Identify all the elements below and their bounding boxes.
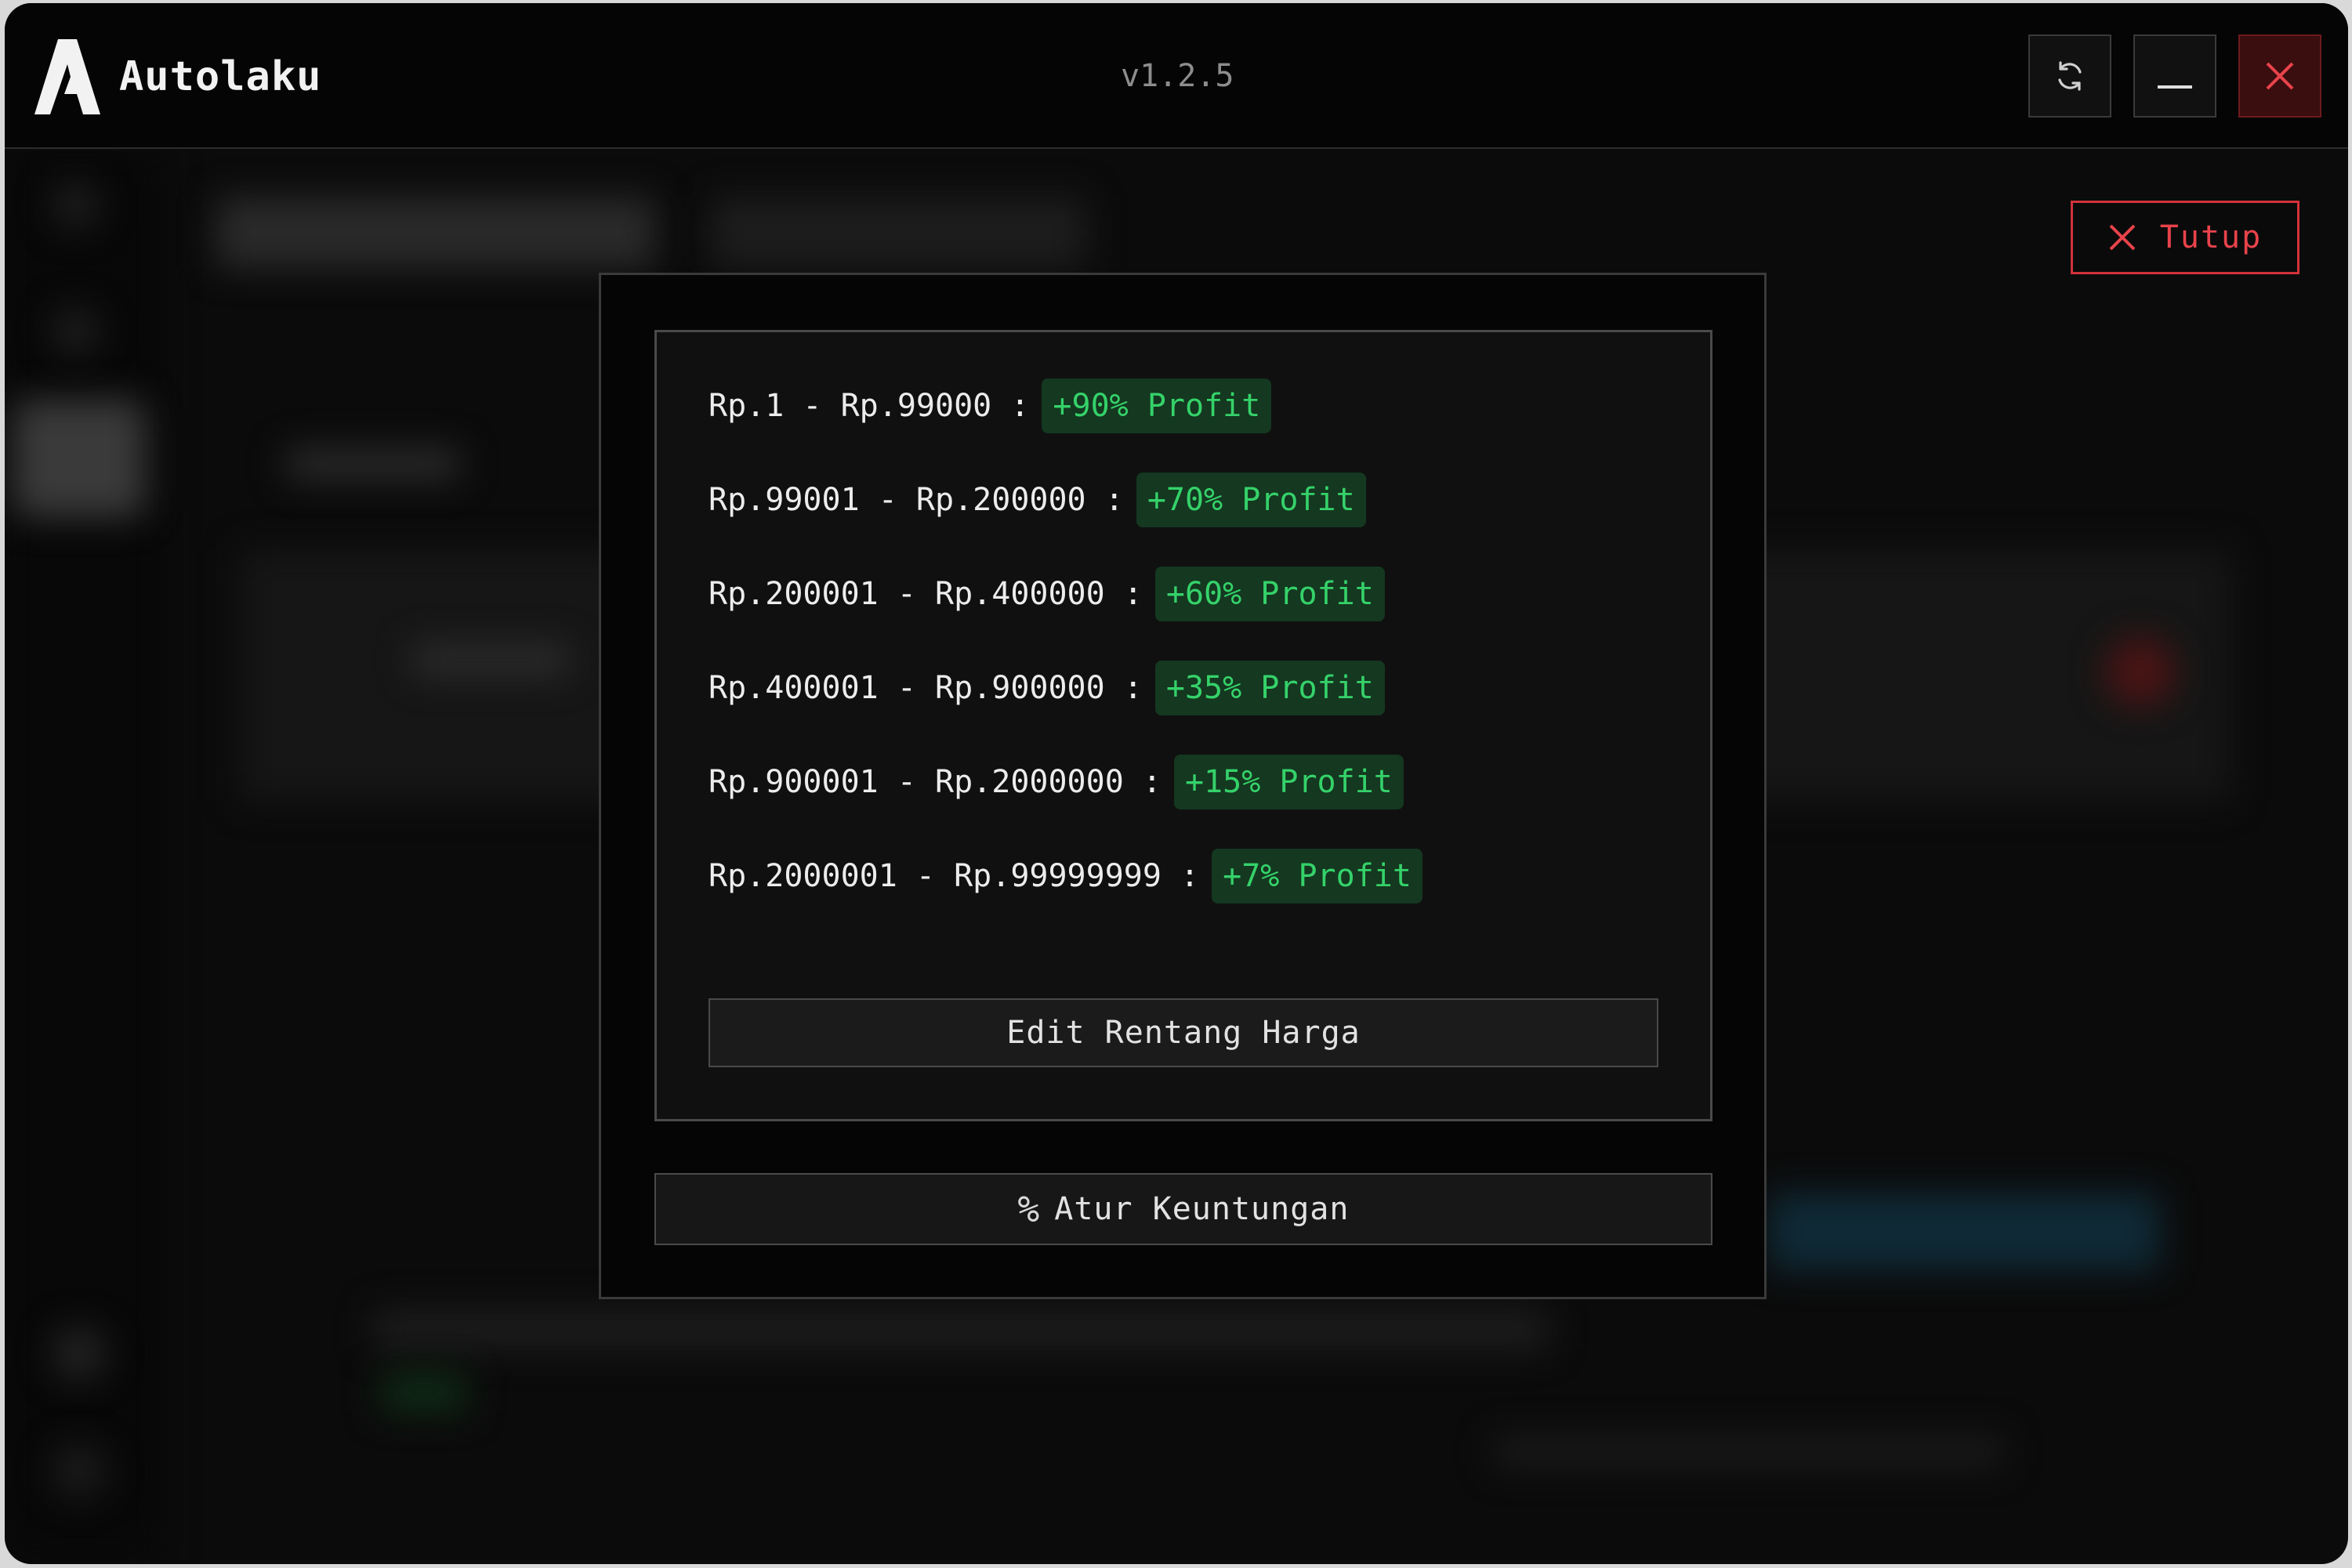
background-text (373, 1310, 1549, 1349)
price-range-label: Rp.400001 - Rp.900000 : (708, 670, 1143, 706)
background-tab (710, 197, 1086, 268)
refresh-button[interactable] (2028, 34, 2111, 118)
price-range-label: Rp.2000001 - Rp.99999999 : (708, 858, 1200, 894)
price-range-row: Rp.1 - Rp.99000 : +90% Profit (708, 375, 1272, 437)
background-tab (216, 197, 655, 268)
price-range-row: Rp.200001 - Rp.400000 : +60% Profit (708, 563, 1385, 625)
background-sidebar-active (13, 400, 146, 517)
price-range-label: Rp.99001 - Rp.200000 : (708, 482, 1124, 518)
version-label: v1.2.5 (1121, 58, 1234, 94)
profit-badge: +90% Profit (1042, 378, 1272, 433)
app-title: Autolaku (119, 53, 322, 100)
close-icon (2266, 62, 2294, 90)
profit-badge: +15% Profit (1173, 755, 1404, 809)
refresh-icon (2058, 61, 2082, 91)
price-range-label: Rp.1 - Rp.99000 : (708, 388, 1030, 424)
close-window-button[interactable] (2238, 34, 2321, 118)
set-profit-button[interactable]: % Atur Keuntungan (654, 1173, 1712, 1245)
profit-badge: +35% Profit (1154, 661, 1385, 715)
background-text (412, 644, 569, 675)
price-range-card: Rp.1 - Rp.99000 : +90% Profit Rp.99001 -… (654, 330, 1712, 1121)
set-profit-label: Atur Keuntungan (1054, 1191, 1350, 1227)
price-range-row: Rp.400001 - Rp.900000 : +35% Profit (708, 657, 1385, 719)
price-range-row: Rp.99001 - Rp.200000 : +70% Profit (708, 469, 1366, 531)
tutup-label: Tutup (2159, 219, 2263, 255)
background-icon (52, 1443, 107, 1498)
price-range-label: Rp.200001 - Rp.400000 : (708, 576, 1143, 612)
background-icon (52, 182, 99, 229)
logo-icon (34, 39, 100, 114)
price-range-row: Rp.900001 - Rp.2000000 : +15% Profit (708, 751, 1404, 813)
title-bar: Autolaku v1.2.5 (5, 3, 2348, 149)
minimize-button[interactable] (2133, 34, 2216, 118)
profit-badge: +70% Profit (1136, 473, 1366, 527)
profit-badge: +7% Profit (1212, 849, 1422, 904)
background-text (1494, 1436, 2003, 1467)
background-icon (52, 1326, 107, 1381)
price-range-row: Rp.2000001 - Rp.99999999 : +7% Profit (708, 845, 1422, 907)
background-green-dot (381, 1373, 467, 1412)
background-icon (52, 307, 99, 354)
app-branding: Autolaku (34, 39, 321, 114)
profit-badge: +60% Profit (1154, 567, 1385, 621)
background-button (1768, 1193, 2160, 1271)
close-icon (2109, 224, 2136, 251)
background-red-dot (2105, 636, 2176, 707)
minimize-icon (2158, 85, 2192, 89)
percent-icon: % (1017, 1188, 1041, 1230)
app-window: Autolaku v1.2.5 Tutup Rp.1 - Rp.99000: … (5, 3, 2348, 1564)
background-text (287, 448, 459, 480)
profit-settings-modal: Rp.1 - Rp.99000 : +90% Profit Rp.99001 -… (599, 273, 1767, 1299)
tutup-button[interactable]: Tutup (2071, 201, 2299, 274)
edit-price-range-button[interactable]: Edit Rentang Harga (708, 998, 1658, 1067)
price-range-label: Rp.900001 - Rp.2000000 : (708, 764, 1162, 800)
